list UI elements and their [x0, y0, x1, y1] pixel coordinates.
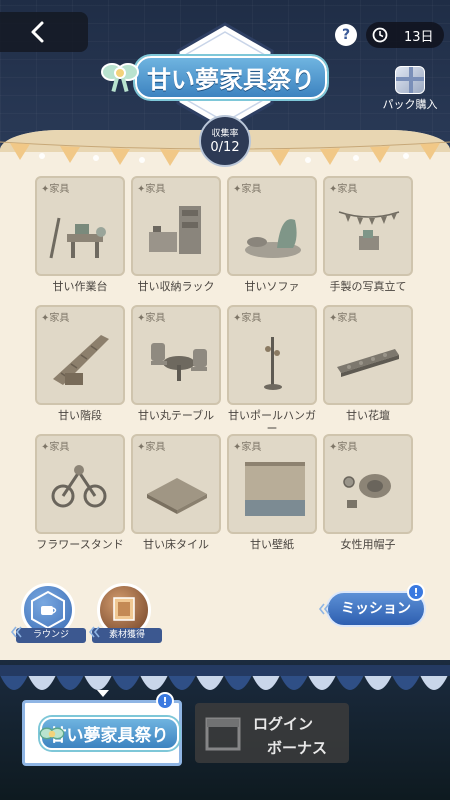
item-frame: ✦家具	[227, 176, 317, 276]
item-tag: ✦家具	[233, 184, 262, 195]
pack-label: パック購入	[382, 98, 438, 111]
item-name: 手製の写真立て	[329, 280, 407, 293]
login-label-line2: ボーナス	[267, 739, 328, 757]
furniture-item[interactable]: ✦家具 フラワースタンド	[35, 434, 127, 551]
flower-bed-icon	[337, 349, 399, 377]
furniture-item[interactable]: ✦家具 甘い作業台	[35, 176, 127, 293]
item-frame: ✦家具	[131, 176, 221, 276]
pole-hanger-icon	[264, 337, 282, 390]
back-button[interactable]	[0, 12, 88, 52]
pack-purchase-button[interactable]: パック購入	[380, 66, 440, 116]
item-frame: ✦家具	[35, 434, 125, 534]
event-timer: 13日	[366, 22, 444, 48]
item-frame: ✦家具	[323, 305, 413, 405]
item-frame: ✦家具	[323, 434, 413, 534]
help-button[interactable]: ?	[335, 24, 357, 46]
item-tag: ✦家具	[137, 313, 166, 324]
item-tag: ✦家具	[41, 442, 70, 453]
gift-icon	[395, 66, 425, 94]
teacup-icon	[31, 590, 65, 628]
selected-tab-indicator	[97, 690, 109, 697]
hat-icon	[343, 474, 391, 508]
lounge-button[interactable]: ラウンジ	[16, 583, 86, 643]
furniture-item[interactable]: ✦家具 甘い丸テーブル	[131, 305, 223, 422]
collection-rate-label: 収集率	[211, 129, 239, 139]
awning-decoration	[0, 665, 450, 690]
tab-event[interactable]: 甘い夢家具祭り	[22, 700, 182, 766]
double-chevron-icon	[318, 603, 330, 615]
event-alert-badge: !	[156, 692, 174, 710]
round-table-icon	[151, 343, 207, 381]
item-name: 甘い収納ラック	[137, 280, 215, 293]
bow-icon	[101, 63, 139, 93]
furniture-item[interactable]: ✦家具 甘いソファ	[227, 176, 319, 293]
furniture-item[interactable]: ✦家具 手製の写真立て	[323, 176, 415, 293]
flower-stand-icon	[51, 465, 107, 508]
collection-rate-value: 0/12	[210, 140, 240, 155]
furniture-item[interactable]: ✦家具 甘いポールハンガー	[227, 305, 319, 435]
sofa-icon	[245, 219, 301, 258]
material-icon	[113, 597, 135, 621]
item-name: 甘い花壇	[346, 409, 390, 422]
item-frame: ✦家具	[131, 305, 221, 405]
item-name: 甘いポールハンガー	[228, 409, 316, 435]
wallpaper-icon	[245, 462, 305, 516]
event-title: 甘い夢家具祭り	[135, 55, 327, 99]
tab-login-bonus[interactable]: ログイン ボーナス	[195, 703, 349, 763]
item-name: 甘い丸テーブル	[137, 409, 215, 422]
item-tag: ✦家具	[329, 442, 358, 453]
double-chevron-icon	[88, 626, 100, 638]
floor-tile-icon	[147, 478, 207, 514]
chevron-left-icon	[31, 21, 44, 43]
collection-rate-badge: 収集率 0/12	[199, 115, 251, 167]
photo-frame-icon	[338, 211, 400, 250]
furniture-item[interactable]: ✦家具 甘い収納ラック	[131, 176, 223, 293]
item-tag: ✦家具	[329, 184, 358, 195]
login-label-line1: ログイン	[253, 715, 314, 733]
item-name: 甘い階段	[58, 409, 102, 422]
bow-icon	[39, 727, 65, 740]
timer-text: 13日	[404, 29, 434, 45]
item-frame: ✦家具	[35, 305, 125, 405]
item-name: 甘い壁紙	[250, 538, 294, 551]
item-tag: ✦家具	[137, 442, 166, 453]
workbench-icon	[49, 217, 106, 259]
item-frame: ✦家具	[227, 305, 317, 405]
lounge-label: ラウンジ	[16, 628, 86, 643]
material-label: 素材獲得	[92, 628, 162, 643]
material-button[interactable]: 素材獲得	[92, 583, 162, 643]
item-frame: ✦家具	[323, 176, 413, 276]
calendar-icon	[205, 717, 241, 751]
furniture-item[interactable]: ✦家具 甘い壁紙	[227, 434, 319, 551]
item-tag: ✦家具	[41, 313, 70, 324]
item-tag: ✦家具	[137, 184, 166, 195]
item-name: 甘いソファ	[244, 280, 300, 293]
clock-icon	[372, 27, 388, 43]
furniture-item[interactable]: ✦家具 甘い床タイル	[131, 434, 223, 551]
item-frame: ✦家具	[35, 176, 125, 276]
item-tag: ✦家具	[233, 442, 262, 453]
item-tag: ✦家具	[329, 313, 358, 324]
item-name: 女性用帽子	[340, 538, 396, 551]
event-logo: 甘い夢家具祭り	[100, 54, 340, 100]
item-name: フラワースタンド	[36, 538, 124, 551]
double-chevron-icon	[10, 626, 22, 638]
staircase-icon	[53, 335, 109, 385]
storage-rack-icon	[149, 206, 201, 254]
furniture-item[interactable]: ✦家具 女性用帽子	[323, 434, 415, 551]
item-frame: ✦家具	[227, 434, 317, 534]
furniture-item[interactable]: ✦家具 甘い花壇	[323, 305, 415, 422]
furniture-item[interactable]: ✦家具 甘い階段	[35, 305, 127, 422]
item-frame: ✦家具	[131, 434, 221, 534]
item-tag: ✦家具	[41, 184, 70, 195]
item-name: 甘い作業台	[52, 280, 108, 293]
item-name: 甘い床タイル	[143, 538, 209, 551]
mission-alert-badge: !	[407, 583, 425, 601]
item-tag: ✦家具	[233, 313, 262, 324]
